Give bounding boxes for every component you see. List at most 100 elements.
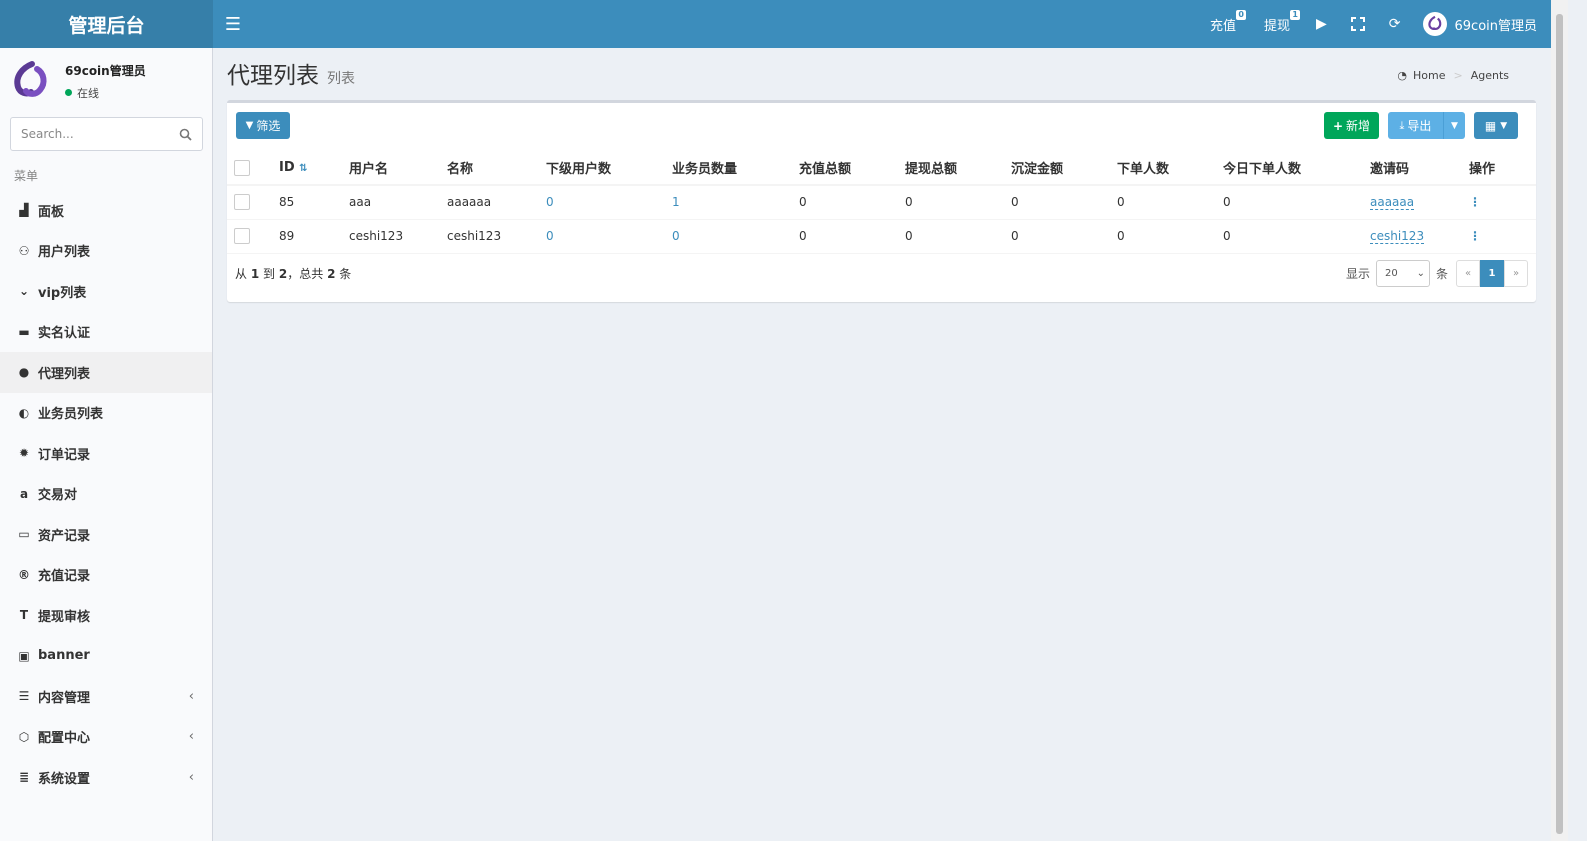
sidebar-item-config[interactable]: ⬡ 配置中心 ‹ bbox=[0, 717, 212, 758]
recharge-label: 充值 bbox=[1209, 18, 1236, 34]
cell-recharge: 0 bbox=[799, 219, 905, 254]
hexagon-icon: ⬡ bbox=[18, 729, 30, 744]
row-checkbox[interactable] bbox=[234, 228, 250, 244]
sidebar-item-users[interactable]: ⚇ 用户列表 bbox=[0, 231, 212, 272]
sort-icon[interactable]: ⇅ bbox=[299, 163, 307, 174]
col-invite-code: 邀请码 bbox=[1370, 151, 1469, 186]
sidebar-item-label: 业务员列表 bbox=[38, 407, 104, 423]
sidebar-item-label: 提现审核 bbox=[38, 609, 91, 625]
chevron-left-icon: ‹ bbox=[188, 729, 194, 745]
search-placeholder: Search... bbox=[21, 127, 74, 141]
text-height-icon: T bbox=[19, 608, 29, 623]
user-menu[interactable]: 69coin管理员 bbox=[1413, 12, 1538, 36]
cell-today-order-users: 0 bbox=[1223, 219, 1370, 254]
sidebar-item-system[interactable]: ≣ 系统设置 ‹ bbox=[0, 757, 212, 798]
sub-users-link[interactable]: 0 bbox=[546, 195, 554, 209]
logo-icon bbox=[10, 60, 52, 102]
sidebar-item-agents[interactable]: ● 代理列表 bbox=[0, 352, 212, 393]
chevron-left-icon: ‹ bbox=[188, 769, 194, 785]
row-checkbox[interactable] bbox=[234, 194, 250, 211]
server-icon: ≣ bbox=[18, 770, 30, 785]
sub-users-link[interactable]: 0 bbox=[546, 229, 554, 243]
col-actions: 操作 bbox=[1469, 151, 1536, 186]
more-vertical-icon[interactable]: ⋮ bbox=[1469, 229, 1481, 243]
sidebar-toggle-icon[interactable]: ☰ bbox=[213, 0, 253, 48]
sidebar-item-label: 实名认证 bbox=[38, 326, 91, 342]
invite-code-link[interactable]: aaaaaa bbox=[1370, 195, 1415, 211]
withdraw-link[interactable]: 提现 1 bbox=[1250, 0, 1304, 48]
sidebar-item-label: banner bbox=[38, 648, 90, 664]
play-icon[interactable]: ▶ bbox=[1304, 0, 1339, 48]
salesmen-link[interactable]: 0 bbox=[672, 229, 680, 243]
page-1-button[interactable]: 1 bbox=[1480, 260, 1504, 287]
sidebar-search-input[interactable]: Search... bbox=[10, 117, 203, 151]
cell-invite-code: ceshi123 bbox=[1370, 219, 1469, 254]
sidebar-item-salesmen[interactable]: ◐ 业务员列表 bbox=[0, 393, 212, 434]
info-from: 1 bbox=[250, 267, 260, 281]
table-toolbar: ▼ 筛选 + 新增 ⤓ 导出 ▼ ▦ ▼ bbox=[227, 103, 1536, 147]
info-total: 2 bbox=[327, 267, 336, 281]
cell-id: 85 bbox=[279, 185, 349, 220]
sidebar-item-orders[interactable]: ✹ 订单记录 bbox=[0, 433, 212, 474]
export-dropdown-button[interactable]: ▼ bbox=[1443, 112, 1465, 139]
refresh-icon[interactable]: ⟳ bbox=[1377, 0, 1413, 48]
sidebar-item-label: 代理列表 bbox=[38, 366, 91, 382]
avatar bbox=[1422, 12, 1447, 36]
sidebar-item-label: 交易对 bbox=[38, 488, 78, 504]
salesmen-link[interactable]: 1 bbox=[672, 195, 680, 209]
cell-id: 89 bbox=[279, 219, 349, 254]
pagination-info: 从 1 到 2，总共 2 条 bbox=[235, 265, 351, 282]
sidebar-item-assets[interactable]: ▭ 资产记录 bbox=[0, 514, 212, 555]
users-icon: ⚇ bbox=[18, 243, 30, 258]
col-id[interactable]: ID ⇅ bbox=[279, 151, 349, 186]
export-button[interactable]: ⤓ 导出 bbox=[1388, 112, 1443, 139]
info-to: 2 bbox=[278, 267, 288, 281]
search-icon[interactable] bbox=[179, 128, 192, 141]
app-brand[interactable]: 管理后台 bbox=[0, 0, 213, 48]
invite-code-link[interactable]: ceshi123 bbox=[1370, 229, 1425, 244]
more-vertical-icon[interactable]: ⋮ bbox=[1469, 195, 1481, 209]
cell-sub-users: 0 bbox=[546, 185, 672, 220]
recharge-link[interactable]: 充值 0 bbox=[1196, 0, 1250, 48]
cell-deposit: 0 bbox=[1011, 219, 1117, 254]
image-icon: ▣ bbox=[18, 648, 30, 663]
cell-salesmen: 0 bbox=[672, 219, 799, 254]
breadcrumb-home[interactable]: Home bbox=[1413, 69, 1445, 82]
add-label: 新增 bbox=[1346, 119, 1371, 133]
chevron-down-icon: ⌄ bbox=[1416, 268, 1425, 279]
download-icon: ⤓ bbox=[1399, 118, 1405, 132]
columns-button[interactable]: ▦ ▼ bbox=[1474, 112, 1518, 139]
sidebar-item-label: 系统设置 bbox=[38, 771, 91, 787]
cell-actions: ⋮ bbox=[1469, 219, 1536, 254]
fullscreen-icon[interactable] bbox=[1339, 0, 1377, 48]
next-page-button[interactable]: » bbox=[1504, 260, 1528, 287]
sidebar-item-withdraw-review[interactable]: T 提现审核 bbox=[0, 595, 212, 636]
prev-page-button[interactable]: « bbox=[1456, 260, 1480, 287]
col-name: 名称 bbox=[447, 151, 546, 186]
online-dot-icon bbox=[65, 89, 72, 96]
agents-table: ID ⇅ 用户名 名称 下级用户数 业务员数量 充值总额 提现总额 沉淀金额 下… bbox=[227, 151, 1536, 254]
sidebar-user-name: 69coin管理员 bbox=[65, 63, 146, 78]
table-row: 85 aaa aaaaaa 0 1 0 0 0 0 0 aaaaaa ⋮ bbox=[227, 185, 1536, 220]
sidebar-item-recharge[interactable]: ® 充值记录 bbox=[0, 555, 212, 596]
sidebar-item-verification[interactable]: ▬ 实名认证 bbox=[0, 312, 212, 353]
add-button[interactable]: + 新增 bbox=[1324, 112, 1379, 139]
sidebar-item-vip[interactable]: ⌄ vip列表 bbox=[0, 271, 212, 312]
sidebar-item-banner[interactable]: ▣ banner bbox=[0, 636, 212, 677]
admin-name: 69coin管理员 bbox=[1454, 18, 1538, 34]
caret-down-icon: ▼ bbox=[1500, 120, 1508, 131]
sidebar-item-pairs[interactable]: a 交易对 bbox=[0, 474, 212, 515]
sidebar-item-label: 充值记录 bbox=[38, 569, 91, 585]
user-panel: 69coin管理员 在线 bbox=[0, 48, 212, 114]
col-today-order-users: 今日下单人数 bbox=[1223, 151, 1370, 186]
pagination: 显示 20 ⌄ 条 « 1 » bbox=[1346, 260, 1528, 287]
page-scrollbar[interactable] bbox=[1551, 0, 1568, 841]
page-size-select[interactable]: 20 ⌄ bbox=[1375, 260, 1430, 287]
sidebar-item-content[interactable]: ☰ 内容管理 ‹ bbox=[0, 676, 212, 717]
sidebar: 69coin管理员 在线 Search... 菜单 ▟ 面板 ⚇ 用户列表 ⌄ vip… bbox=[0, 48, 213, 841]
filter-button[interactable]: ▼ 筛选 bbox=[236, 112, 290, 139]
sidebar-item-dashboard[interactable]: ▟ 面板 bbox=[0, 190, 212, 231]
info-pre: 从 bbox=[235, 267, 248, 281]
select-all-checkbox[interactable] bbox=[234, 159, 250, 176]
cell-recharge: 0 bbox=[799, 185, 905, 220]
